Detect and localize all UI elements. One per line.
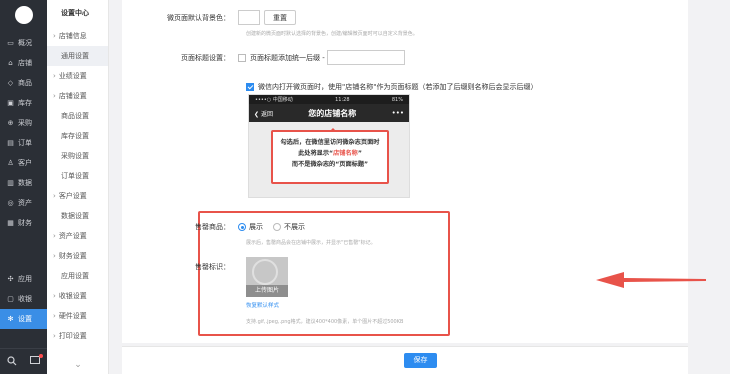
title-suffix-label: 页面标题添加统一后缀 - <box>250 53 325 62</box>
back-icon: ❮ 返回 <box>254 110 273 118</box>
menu-item-5[interactable]: 商品设置 <box>47 106 108 126</box>
menu-item-2[interactable]: 通用设置 <box>47 46 108 66</box>
rail-item-label: 商品 <box>18 79 32 87</box>
soldout-mark-image[interactable]: 上传图片 <box>246 257 288 297</box>
cashier-icon: ▢ <box>7 295 14 303</box>
asset-icon: ◎ <box>7 199 14 207</box>
page-title-label: 页面标题设置： <box>181 53 230 62</box>
preview-callout: 勾选后，在微信里访问微杂志页面时 此处将显示“店铺名称” 而不是微杂志的“页面标… <box>271 128 389 184</box>
phone-battery: 81% <box>391 96 403 103</box>
message-icon[interactable] <box>30 354 44 367</box>
hide-radio-label: 不展示 <box>284 223 305 231</box>
title-suffix-input[interactable] <box>326 50 405 65</box>
soldout-goods-label: 售罄商品： <box>195 223 230 231</box>
rail-item-9[interactable]: ◎ 资产 <box>0 193 47 213</box>
rail-item-label: 概况 <box>18 39 32 47</box>
rail-item-label: 采购 <box>18 119 32 127</box>
menu-title: 设置中心 <box>61 9 89 17</box>
soldout-mark-help: 支持.gif,.jpeg,.png格式，建议400*400像素，单个图片不超过5… <box>246 319 404 325</box>
menu-item-10[interactable]: 数据设置 <box>47 206 108 226</box>
shop-name-title-label: 微信内打开微页面时，使用"店铺名称"作为页面标题（若添加了后缀则名称后会显示后缀… <box>258 83 538 91</box>
hide-radio[interactable] <box>273 223 281 231</box>
title-suffix-checkbox[interactable] <box>238 53 246 62</box>
finance-icon: ▦ <box>7 219 14 227</box>
phone-preview: ••••○ 中国移动 11:28 81% ❮ 返回 您的店铺名称 ••• 勾选后… <box>248 94 410 198</box>
menu-item-1[interactable]: 店铺信息 <box>47 26 108 46</box>
rail-item-label: 库存 <box>18 99 32 107</box>
rail-item-5[interactable]: ⊕ 采购 <box>0 113 47 133</box>
more-icon: ••• <box>391 109 404 117</box>
store-icon: ⌂ <box>8 59 13 67</box>
rail-item-6[interactable]: ▤ 订单 <box>0 133 47 153</box>
rail-item-label: 应用 <box>18 275 32 283</box>
upload-image-button[interactable]: 上传图片 <box>246 285 288 297</box>
search-icon[interactable] <box>7 355 17 368</box>
menu-item-12[interactable]: 财务设置 <box>47 246 108 266</box>
gear-icon: ✻ <box>7 315 14 323</box>
rail-item-2[interactable]: ⌂ 店铺 <box>0 53 47 73</box>
rail-item-1[interactable]: ✣ 应用 <box>0 269 47 289</box>
menu-item-4[interactable]: 店铺设置 <box>47 86 108 106</box>
rail-item-3[interactable]: ◇ 商品 <box>0 73 47 93</box>
rail-item-label: 收银 <box>18 295 32 303</box>
settings-menu: 设置中心 店铺信息通用设置业绩设置店铺设置商品设置库存设置采购设置订单设置客户设… <box>47 0 109 374</box>
rail-item-label: 订单 <box>18 139 32 147</box>
rail-item-1[interactable]: ▭ 概况 <box>0 33 47 53</box>
menu-item-11[interactable]: 资产设置 <box>47 226 108 246</box>
phone-time: 11:28 <box>335 96 350 103</box>
chevron-down-icon[interactable]: ⌄ <box>47 360 109 370</box>
rail-footer <box>0 348 47 374</box>
shop-name-title-checkbox[interactable] <box>246 83 254 91</box>
red-arrow-icon <box>596 272 706 288</box>
settings-content: 微页面默认背景色： 重置 创建新的微页面时默认选择的背景色，创建/编辑微页面时可… <box>122 0 706 343</box>
cart-icon: ⊕ <box>7 119 14 127</box>
menu-item-16[interactable]: 打印设置 <box>47 326 108 346</box>
menu-item-3[interactable]: 业绩设置 <box>47 66 108 86</box>
user-icon: ♙ <box>7 159 14 167</box>
menu-item-6[interactable]: 库存设置 <box>47 126 108 146</box>
reset-button[interactable]: 重置 <box>264 10 296 25</box>
rail-item-label: 资产 <box>18 199 32 207</box>
soldout-mark-label: 售罄标识： <box>195 263 230 271</box>
show-radio-label: 展示 <box>249 223 263 231</box>
bg-color-picker[interactable] <box>238 10 260 25</box>
main-rail: ▭ 概况 ⌂ 店铺 ◇ 商品 ▣ 库存 ⊕ 采购 ▤ 订单 ♙ 客户 ▥ 数据 ◎ 资产 ▦ 财务 ✣ 应用 ▢ 收银 ✻ 设置 <box>0 0 47 374</box>
menu-item-14[interactable]: 收银设置 <box>47 286 108 306</box>
menu-item-9[interactable]: 客户设置 <box>47 186 108 206</box>
menu-item-7[interactable]: 采购设置 <box>47 146 108 166</box>
store-logo[interactable] <box>14 6 33 24</box>
rail-item-4[interactable]: ▣ 库存 <box>0 93 47 113</box>
apps-icon: ✣ <box>7 275 14 283</box>
footer-bar: 保存 <box>122 346 688 374</box>
soldout-goods-help: 展示后，售罄商品会在店铺中展示，并显示"已售罄"标记。 <box>246 240 376 246</box>
show-radio[interactable] <box>238 223 246 231</box>
box-icon: ▣ <box>7 99 14 107</box>
tag-icon: ◇ <box>7 79 14 87</box>
rail-item-label: 客户 <box>18 159 32 167</box>
rail-item-label: 财务 <box>18 219 32 227</box>
rail-item-10[interactable]: ▦ 财务 <box>0 213 47 233</box>
chart-icon: ▥ <box>7 179 14 187</box>
rail-item-label: 店铺 <box>18 59 32 67</box>
bg-color-label: 微页面默认背景色： <box>167 13 230 22</box>
menu-item-15[interactable]: 硬件设置 <box>47 306 108 326</box>
rail-item-2[interactable]: ▢ 收银 <box>0 289 47 309</box>
rail-item-label: 设置 <box>18 315 32 323</box>
menu-item-13[interactable]: 应用设置 <box>47 266 108 286</box>
phone-nav-bar: ❮ 返回 您的店铺名称 ••• <box>249 104 409 122</box>
reset-style-link[interactable]: 恢复默认样式 <box>246 301 279 309</box>
phone-status-bar: ••••○ 中国移动 11:28 81% <box>249 95 409 104</box>
phone-carrier: ••••○ 中国移动 <box>255 97 293 103</box>
overview-icon: ▭ <box>7 39 14 47</box>
save-button[interactable]: 保存 <box>404 353 437 368</box>
rail-item-7[interactable]: ♙ 客户 <box>0 153 47 173</box>
order-icon: ▤ <box>7 139 14 147</box>
rail-item-8[interactable]: ▥ 数据 <box>0 173 47 193</box>
rail-item-3[interactable]: ✻ 设置 <box>0 309 47 329</box>
phone-shop-name: 您的店铺名称 <box>308 108 357 118</box>
menu-item-8[interactable]: 订单设置 <box>47 166 108 186</box>
soldout-stamp-icon <box>252 259 278 285</box>
rail-item-label: 数据 <box>18 179 32 187</box>
bg-color-help: 创建新的微页面时默认选择的背景色，创建/编辑微页面时可以自定义背景色。 <box>246 31 418 37</box>
